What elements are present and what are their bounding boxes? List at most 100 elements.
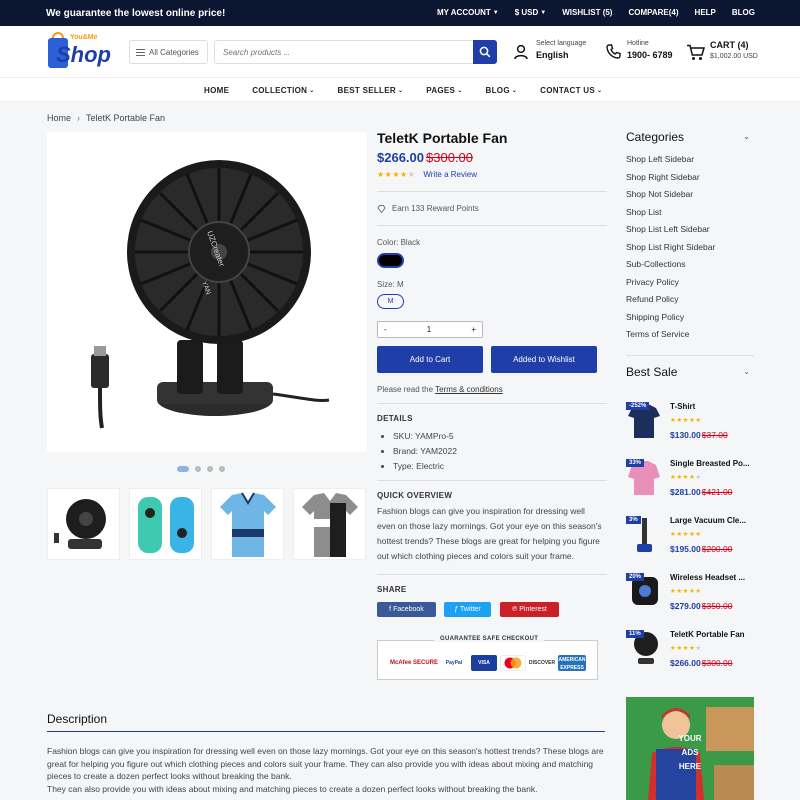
nav-blog[interactable]: BLOG ⌄: [486, 86, 518, 95]
search-input[interactable]: [214, 40, 474, 64]
share-heading: SHARE: [377, 585, 407, 594]
category-link[interactable]: Shop List: [626, 207, 754, 225]
details-list: SKU: YAMPro-5 Brand: YAM2022 Type: Elect…: [377, 429, 607, 474]
quantity-stepper[interactable]: - 1 +: [377, 321, 483, 338]
category-link[interactable]: Refund Policy: [626, 294, 754, 312]
best-sale-item[interactable]: 33% Single Breasted Po... ★★★★★ $281.00$…: [626, 457, 754, 507]
write-review-link[interactable]: Write a Review: [423, 170, 477, 179]
share-pinterest-button[interactable]: ℗ Pinterest: [500, 602, 559, 617]
help-link[interactable]: HELP: [695, 8, 716, 17]
overview-text: Fashion blogs can give you inspiration f…: [377, 506, 602, 561]
qty-increase-button[interactable]: +: [471, 325, 476, 334]
description-tab[interactable]: Description: [47, 712, 605, 731]
search-button[interactable]: [473, 40, 497, 64]
thumbnail-strip: [47, 488, 366, 560]
add-to-wishlist-button[interactable]: Added to Wishlist: [491, 346, 597, 373]
fan-thumb-image: [54, 499, 106, 549]
menu-icon: [136, 49, 145, 56]
nav-best-seller[interactable]: BEST SELLER ⌄: [338, 86, 404, 95]
blog-link[interactable]: BLOG: [732, 8, 755, 17]
carousel-dot[interactable]: [195, 466, 201, 472]
svg-text:HERE: HERE: [679, 762, 702, 771]
product-price: $266.00 $300.00: [377, 150, 473, 165]
qty-decrease-button[interactable]: -: [384, 325, 387, 334]
best-sale-item[interactable]: 3% Large Vacuum Cle... ★★★★★ $195.00$200…: [626, 514, 754, 564]
breadcrumb-current: TeletK Portable Fan: [86, 113, 166, 123]
detail-type: Type: Electric: [393, 459, 607, 474]
nav-collection[interactable]: COLLECTION ⌄: [252, 86, 314, 95]
diamond-icon: [377, 204, 386, 213]
discover-badge: DISCOVER: [529, 660, 556, 666]
best-sale-item[interactable]: 20% Wireless Headset ... ★★★★★ $279.00$3…: [626, 571, 754, 621]
nav-pages[interactable]: PAGES ⌄: [426, 86, 462, 95]
language-selector[interactable]: Select language English: [536, 40, 586, 60]
color-label: Color: Black: [377, 238, 421, 247]
color-swatch-black[interactable]: [377, 253, 404, 268]
reward-points: Earn 133 Reward Points: [377, 204, 607, 213]
phone-icon: [606, 44, 621, 59]
details-heading: DETAILS: [377, 414, 413, 423]
share-facebook-button[interactable]: f Facebook: [377, 602, 436, 617]
compare-link[interactable]: COMPARE(4): [628, 8, 678, 17]
polo-grey-thumb-image: [302, 493, 358, 557]
category-link[interactable]: Shop Right Sidebar: [626, 172, 754, 190]
product-main-image[interactable]: UZCreater YAN: [47, 132, 367, 452]
best-sale-item[interactable]: 11% TeletK Portable Fan ★★★★★ $266.00$30…: [626, 628, 754, 678]
carousel-dot[interactable]: [207, 466, 213, 472]
all-categories-button[interactable]: All Categories: [129, 40, 208, 64]
carousel-dot[interactable]: [177, 466, 189, 472]
top-bar: We guarantee the lowest online price! MY…: [0, 0, 800, 26]
size-option-m[interactable]: M: [377, 294, 404, 309]
terms-link[interactable]: Terms & conditions: [435, 385, 503, 394]
right-sidebar: Categories ⌄ Shop Left Sidebar Shop Right…: [626, 130, 754, 668]
category-link[interactable]: Terms of Service: [626, 329, 754, 347]
category-link[interactable]: Shop List Right Sidebar: [626, 242, 754, 260]
category-link[interactable]: Privacy Policy: [626, 277, 754, 295]
svg-text:ADS: ADS: [682, 748, 700, 757]
breadcrumb-home[interactable]: Home: [47, 113, 71, 123]
site-header: You&Me Shop All Categories Select langua…: [0, 26, 800, 78]
nav-contact-us[interactable]: CONTACT US ⌄: [540, 86, 602, 95]
ad-banner[interactable]: YOUR ADS HERE: [626, 697, 754, 800]
wishlist-link[interactable]: WISHLIST (5): [562, 8, 612, 17]
overview-heading: QUICK OVERVIEW: [377, 491, 453, 500]
description-section: Description Fashion blogs can give you i…: [47, 712, 605, 795]
cart-summary[interactable]: CART (4) $1,002.00 USD: [710, 40, 758, 60]
image-carousel-dots: [177, 466, 225, 472]
category-link[interactable]: Shop Not Sidebar: [626, 189, 754, 207]
hotline: Hotline 1900- 6789: [627, 40, 673, 60]
polo-blue-thumb-image: [220, 492, 276, 557]
currency-selector[interactable]: $ USD ▼: [515, 8, 547, 17]
detail-sku: SKU: YAMPro-5: [393, 429, 607, 444]
my-account-link[interactable]: MY ACCOUNT ▼: [437, 8, 499, 17]
share-twitter-button[interactable]: ƒ Twitter: [444, 602, 491, 617]
categories-heading[interactable]: Categories ⌄: [626, 130, 754, 144]
paypal-badge: PayPal: [445, 660, 463, 666]
rating-stars: ★★★★★: [377, 170, 416, 179]
category-link[interactable]: Shop List Left Sidebar: [626, 224, 754, 242]
carousel-dot[interactable]: [219, 466, 225, 472]
size-label: Size: M: [377, 280, 404, 289]
best-sale-item[interactable]: -252% T-Shirt ★★★★★ $130.00$37.00: [626, 400, 754, 450]
user-icon: [514, 44, 528, 60]
add-to-cart-button[interactable]: Add to Cart: [377, 346, 483, 373]
category-link[interactable]: Shop Left Sidebar: [626, 154, 754, 172]
site-logo[interactable]: You&Me Shop: [48, 32, 111, 72]
top-links: MY ACCOUNT ▼ $ USD ▼ WISHLIST (5) COMPARE(…: [437, 8, 755, 17]
controllers-thumb-image: [138, 497, 194, 553]
product-info: TeletK Portable Fan $266.00 $300.00 ★★★★★…: [377, 130, 607, 680]
cart-icon[interactable]: [686, 44, 705, 61]
best-sale-heading[interactable]: Best Sale ⌄: [626, 365, 754, 379]
category-link[interactable]: Sub-Collections: [626, 259, 754, 277]
thumbnail-fan[interactable]: [47, 488, 120, 560]
thumbnail-polo-grey[interactable]: [293, 488, 366, 560]
promo-text: We guarantee the lowest online price!: [46, 8, 226, 19]
svg-text:YOUR: YOUR: [678, 734, 701, 743]
category-list: Shop Left Sidebar Shop Right Sidebar Sho…: [626, 154, 754, 347]
visa-badge: VISA: [471, 655, 497, 671]
nav-home[interactable]: HOME: [204, 86, 229, 95]
category-link[interactable]: Shipping Policy: [626, 312, 754, 330]
qty-value[interactable]: 1: [427, 325, 431, 334]
thumbnail-polo-blue[interactable]: [211, 488, 284, 560]
thumbnail-controllers[interactable]: [129, 488, 202, 560]
